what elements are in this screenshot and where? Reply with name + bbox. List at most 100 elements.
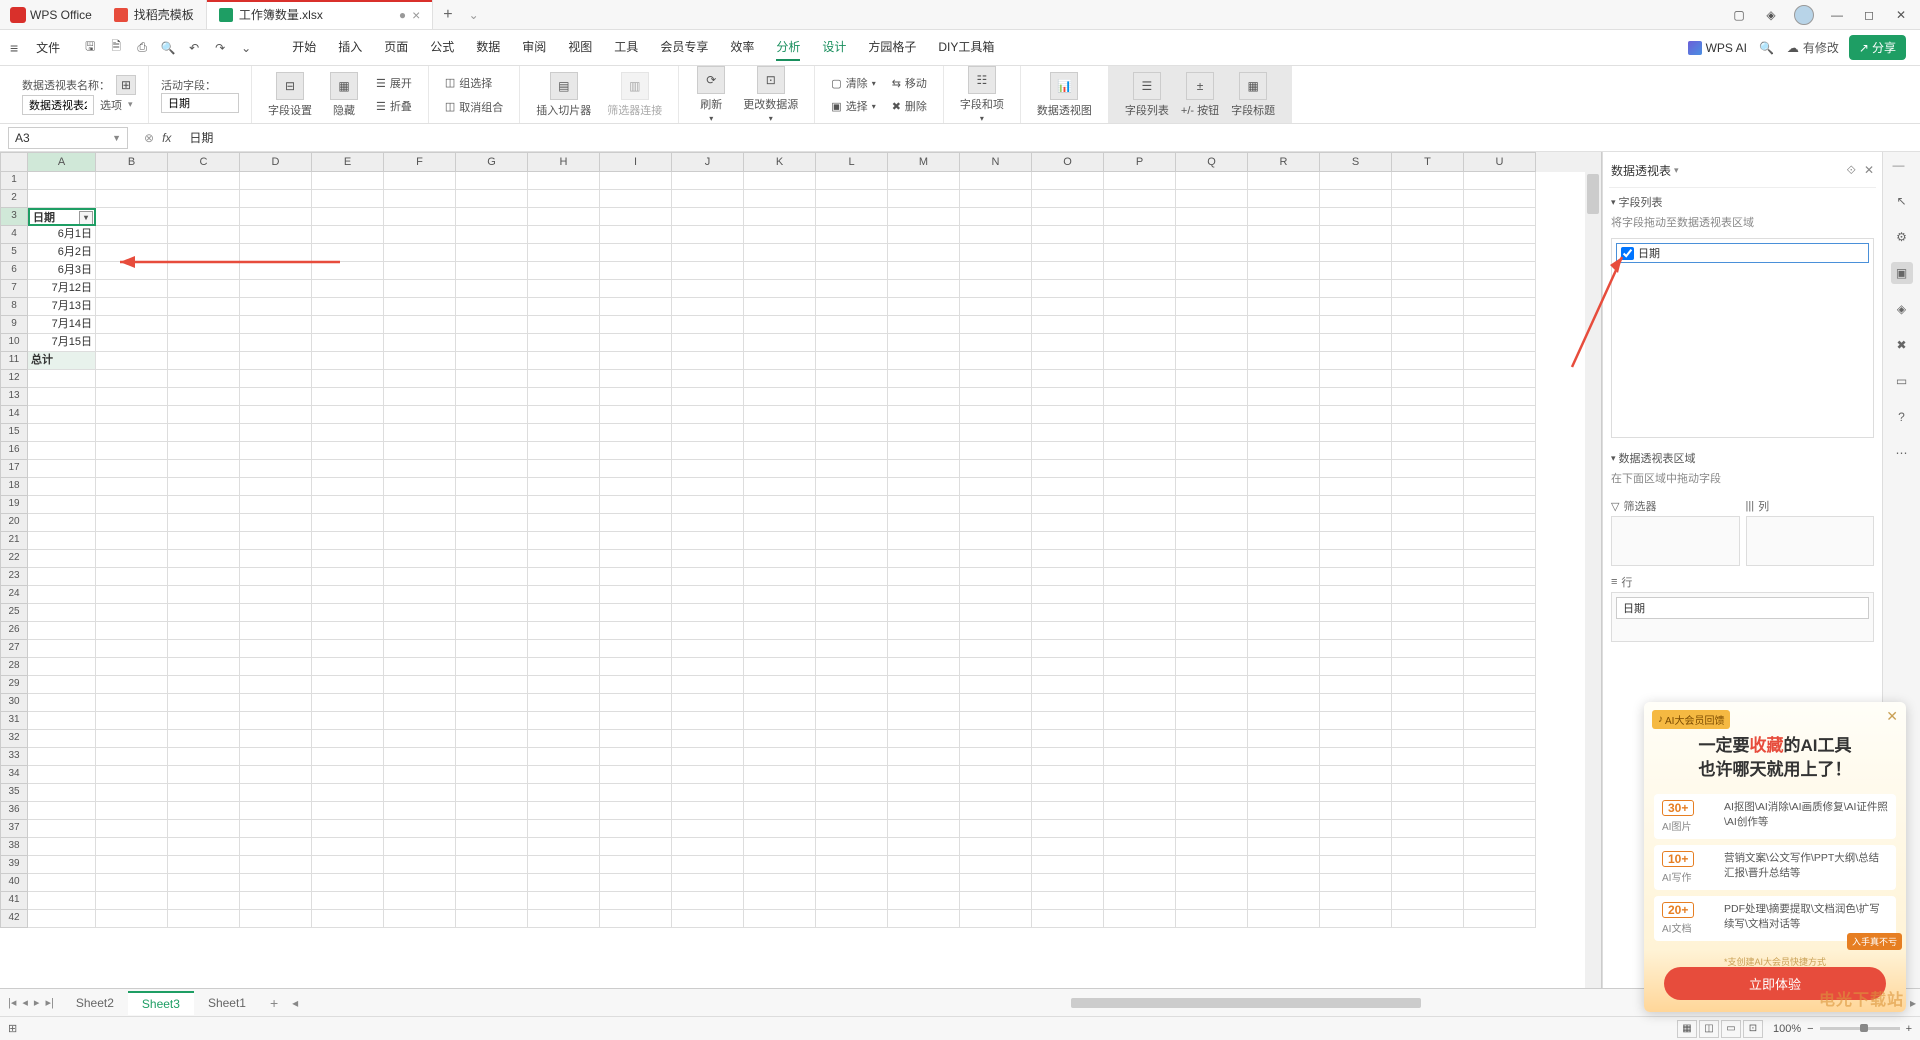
col-header-H[interactable]: H (528, 152, 600, 172)
row-header-31[interactable]: 31 (0, 712, 28, 730)
col-header-C[interactable]: C (168, 152, 240, 172)
tab-menu-dropdown[interactable]: ⌄ (463, 8, 479, 22)
cell-P6[interactable] (1104, 262, 1176, 280)
cell-R36[interactable] (1248, 802, 1320, 820)
cell-A28[interactable] (28, 658, 96, 676)
cell-M41[interactable] (888, 892, 960, 910)
cell-M32[interactable] (888, 730, 960, 748)
cell-I33[interactable] (600, 748, 672, 766)
cell-L9[interactable] (816, 316, 888, 334)
cell-O9[interactable] (1032, 316, 1104, 334)
cell-A30[interactable] (28, 694, 96, 712)
cell-R6[interactable] (1248, 262, 1320, 280)
row-header-28[interactable]: 28 (0, 658, 28, 676)
cell-I40[interactable] (600, 874, 672, 892)
cell-J32[interactable] (672, 730, 744, 748)
cell-B6[interactable] (96, 262, 168, 280)
cell-S30[interactable] (1320, 694, 1392, 712)
cell-H5[interactable] (528, 244, 600, 262)
cell-D7[interactable] (240, 280, 312, 298)
cell-L1[interactable] (816, 172, 888, 190)
cell-S25[interactable] (1320, 604, 1392, 622)
cell-D12[interactable] (240, 370, 312, 388)
cell-E33[interactable] (312, 748, 384, 766)
cell-L37[interactable] (816, 820, 888, 838)
cell-S33[interactable] (1320, 748, 1392, 766)
cell-K25[interactable] (744, 604, 816, 622)
cell-C39[interactable] (168, 856, 240, 874)
cell-N9[interactable] (960, 316, 1032, 334)
cell-I12[interactable] (600, 370, 672, 388)
redo-icon[interactable]: ↷ (212, 40, 228, 56)
cell-B13[interactable] (96, 388, 168, 406)
more-icon[interactable]: ⋯ (1891, 442, 1913, 464)
cell-U31[interactable] (1464, 712, 1536, 730)
cell-G32[interactable] (456, 730, 528, 748)
row-header-23[interactable]: 23 (0, 568, 28, 586)
cell-A23[interactable] (28, 568, 96, 586)
cell-Q10[interactable] (1176, 334, 1248, 352)
cell-J16[interactable] (672, 442, 744, 460)
cell-B10[interactable] (96, 334, 168, 352)
cell-T42[interactable] (1392, 910, 1464, 928)
cell-C42[interactable] (168, 910, 240, 928)
cell-U10[interactable] (1464, 334, 1536, 352)
cell-N34[interactable] (960, 766, 1032, 784)
cell-Q26[interactable] (1176, 622, 1248, 640)
cell-H31[interactable] (528, 712, 600, 730)
cell-P10[interactable] (1104, 334, 1176, 352)
expand-button[interactable]: ☰展开 (372, 73, 416, 93)
cell-B37[interactable] (96, 820, 168, 838)
cell-U6[interactable] (1464, 262, 1536, 280)
cell-L18[interactable] (816, 478, 888, 496)
cell-T22[interactable] (1392, 550, 1464, 568)
cell-Q39[interactable] (1176, 856, 1248, 874)
cell-Q36[interactable] (1176, 802, 1248, 820)
cell-I29[interactable] (600, 676, 672, 694)
col-header-P[interactable]: P (1104, 152, 1176, 172)
active-field-input[interactable] (161, 93, 239, 113)
tab-formula[interactable]: 公式 (430, 34, 454, 61)
cell-C33[interactable] (168, 748, 240, 766)
cell-J17[interactable] (672, 460, 744, 478)
cell-O34[interactable] (1032, 766, 1104, 784)
cell-E29[interactable] (312, 676, 384, 694)
cell-G25[interactable] (456, 604, 528, 622)
cell-P39[interactable] (1104, 856, 1176, 874)
next-sheet-icon[interactable]: ▸ (34, 996, 40, 1009)
cell-I39[interactable] (600, 856, 672, 874)
cell-P1[interactable] (1104, 172, 1176, 190)
cell-O3[interactable] (1032, 208, 1104, 226)
cell-C7[interactable] (168, 280, 240, 298)
cell-O39[interactable] (1032, 856, 1104, 874)
cell-L10[interactable] (816, 334, 888, 352)
insert-slicer-button[interactable]: ▤插入切片器 (532, 70, 595, 120)
cell-P41[interactable] (1104, 892, 1176, 910)
close-button[interactable]: ✕ (1892, 6, 1910, 24)
cell-O5[interactable] (1032, 244, 1104, 262)
pivot-icon[interactable]: ⊞ (116, 75, 136, 95)
cell-G2[interactable] (456, 190, 528, 208)
cell-O41[interactable] (1032, 892, 1104, 910)
page-view-icon[interactable]: ◫ (1699, 1020, 1719, 1038)
print-icon[interactable]: ⎙ (134, 40, 150, 56)
cell-I25[interactable] (600, 604, 672, 622)
cell-L23[interactable] (816, 568, 888, 586)
cell-H16[interactable] (528, 442, 600, 460)
cell-I4[interactable] (600, 226, 672, 244)
cell-M13[interactable] (888, 388, 960, 406)
cell-P4[interactable] (1104, 226, 1176, 244)
cell-E21[interactable] (312, 532, 384, 550)
cell-F22[interactable] (384, 550, 456, 568)
cell-K30[interactable] (744, 694, 816, 712)
cell-C6[interactable] (168, 262, 240, 280)
cell-U35[interactable] (1464, 784, 1536, 802)
tab-template[interactable]: 找稻壳模板 (102, 0, 207, 29)
sheet-tab-1[interactable]: Sheet1 (194, 992, 260, 1014)
cell-S23[interactable] (1320, 568, 1392, 586)
cell-A21[interactable] (28, 532, 96, 550)
cell-H9[interactable] (528, 316, 600, 334)
cell-I31[interactable] (600, 712, 672, 730)
cell-D25[interactable] (240, 604, 312, 622)
cell-B35[interactable] (96, 784, 168, 802)
